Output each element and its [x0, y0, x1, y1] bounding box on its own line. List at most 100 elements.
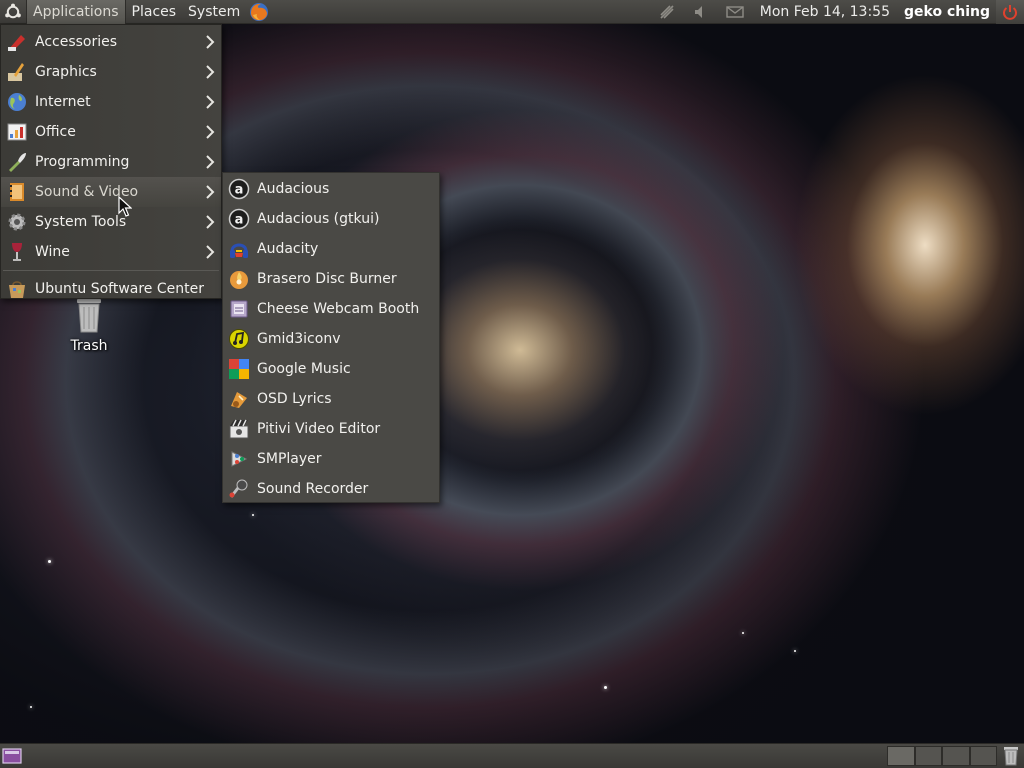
menu-item-graphics[interactable]: Graphics [1, 57, 221, 87]
chevron-right-icon [206, 245, 215, 259]
menu-item-accessories[interactable]: Accessories [1, 27, 221, 57]
software-center-icon [5, 277, 29, 301]
internet-globe-icon [5, 90, 29, 114]
menu-item-pitivi[interactable]: Pitivi Video Editor [223, 414, 439, 444]
mouse-cursor-icon [118, 196, 132, 217]
menu-item-label: Cheese Webcam Booth [257, 301, 420, 317]
menu-item-label: Audacious [257, 181, 330, 197]
google-music-icon [227, 357, 251, 381]
star [48, 560, 51, 563]
menu-item-system-tools[interactable]: System Tools [1, 207, 221, 237]
menu-item-label: Office [35, 124, 76, 140]
chevron-right-icon [206, 65, 215, 79]
places-menu-button[interactable]: Places [126, 0, 183, 24]
menu-item-audacity[interactable]: Audacity [223, 234, 439, 264]
menu-item-sound-video[interactable]: Sound & Video [1, 177, 221, 207]
panel-tray: Mon Feb 14, 13:55 geko ching [650, 0, 1024, 24]
star [742, 632, 744, 634]
svg-text:a: a [235, 183, 244, 198]
show-desktop-icon[interactable] [2, 747, 22, 765]
workspace-2[interactable] [914, 746, 942, 766]
desktop-trash[interactable]: Trash [60, 296, 118, 356]
menu-separator [3, 270, 219, 271]
brasero-icon [227, 267, 251, 291]
audacious-icon: a [227, 177, 251, 201]
menu-item-label: Graphics [35, 64, 97, 80]
trash-label: Trash [70, 338, 108, 354]
osd-lyrics-icon [227, 387, 251, 411]
workspace-1[interactable] [887, 746, 915, 766]
firefox-launcher-icon[interactable] [246, 0, 272, 24]
menu-item-label: Brasero Disc Burner [257, 271, 397, 287]
trash-applet-icon[interactable] [1000, 746, 1022, 766]
chevron-right-icon [206, 125, 215, 139]
menu-item-osd-lyrics[interactable]: OSD Lyrics [223, 384, 439, 414]
menu-item-label: Google Music [257, 361, 351, 377]
menu-item-brasero[interactable]: Brasero Disc Burner [223, 264, 439, 294]
star [30, 706, 32, 708]
applications-menu-button[interactable]: Applications [26, 0, 126, 24]
menu-item-sound-recorder[interactable]: Sound Recorder [223, 474, 439, 504]
menu-item-gmid3iconv[interactable]: Gmid3iconv [223, 324, 439, 354]
volume-icon[interactable] [684, 0, 718, 24]
menu-item-office[interactable]: Office [1, 117, 221, 147]
main-menu-bar: Applications Places System [0, 0, 272, 24]
chevron-right-icon [206, 95, 215, 109]
programming-icon [5, 150, 29, 174]
menu-item-label: Accessories [35, 34, 118, 50]
chevron-right-icon [206, 215, 215, 229]
system-menu-button[interactable]: System [182, 0, 246, 24]
workspace-4[interactable] [969, 746, 997, 766]
clock[interactable]: Mon Feb 14, 13:55 [752, 4, 898, 20]
bottom-panel [0, 743, 1024, 768]
workspace-3[interactable] [942, 746, 970, 766]
wine-glass-icon [5, 240, 29, 264]
menu-item-wine[interactable]: Wine [1, 237, 221, 267]
star [252, 514, 254, 516]
menu-item-label: Pitivi Video Editor [257, 421, 381, 437]
menu-item-internet[interactable]: Internet [1, 87, 221, 117]
sound-video-submenu: a Audacious a Audacious (gtkui) Audacity… [222, 172, 440, 503]
svg-text:a: a [235, 213, 244, 228]
menu-item-label: OSD Lyrics [257, 391, 332, 407]
menu-item-label: Programming [35, 154, 130, 170]
mail-icon[interactable] [718, 0, 752, 24]
menu-item-label: Gmid3iconv [257, 331, 341, 347]
pitivi-icon [227, 417, 251, 441]
network-icon[interactable] [650, 0, 684, 24]
graphics-icon [5, 60, 29, 84]
chevron-right-icon [206, 35, 215, 49]
sound-video-icon [5, 180, 29, 204]
power-icon[interactable] [996, 0, 1024, 24]
menu-item-label: SMPlayer [257, 451, 322, 467]
menu-item-label: Internet [35, 94, 91, 110]
system-tools-gear-icon [5, 210, 29, 234]
smplayer-icon [227, 447, 251, 471]
menu-item-audacious-gtkui[interactable]: a Audacious (gtkui) [223, 204, 439, 234]
applications-menu: Accessories Graphics Internet Office Pro… [0, 24, 222, 299]
menu-item-google-music[interactable]: Google Music [223, 354, 439, 384]
top-panel: Applications Places System Mon Feb 14, 1… [0, 0, 1024, 24]
ubuntu-logo-icon[interactable] [0, 0, 26, 24]
cheese-icon [227, 297, 251, 321]
menu-item-audacious[interactable]: a Audacious [223, 174, 439, 204]
sound-recorder-icon [227, 477, 251, 501]
menu-item-label: Sound Recorder [257, 481, 369, 497]
menu-item-label: Audacious (gtkui) [257, 211, 380, 227]
chevron-right-icon [206, 185, 215, 199]
audacious-gtkui-icon: a [227, 207, 251, 231]
menu-item-ubuntu-software-center[interactable]: Ubuntu Software Center [1, 274, 221, 304]
audacity-icon [227, 237, 251, 261]
menu-item-smplayer[interactable]: SMPlayer [223, 444, 439, 474]
menu-item-label: System Tools [35, 214, 127, 230]
star [604, 686, 607, 689]
accessories-icon [5, 30, 29, 54]
chevron-right-icon [206, 155, 215, 169]
menu-item-label: Wine [35, 244, 70, 260]
menu-item-cheese[interactable]: Cheese Webcam Booth [223, 294, 439, 324]
menu-item-programming[interactable]: Programming [1, 147, 221, 177]
menu-item-label: Audacity [257, 241, 319, 257]
workspace-switcher [887, 746, 997, 766]
gmid3iconv-icon [227, 327, 251, 351]
user-name[interactable]: geko ching [898, 4, 996, 20]
